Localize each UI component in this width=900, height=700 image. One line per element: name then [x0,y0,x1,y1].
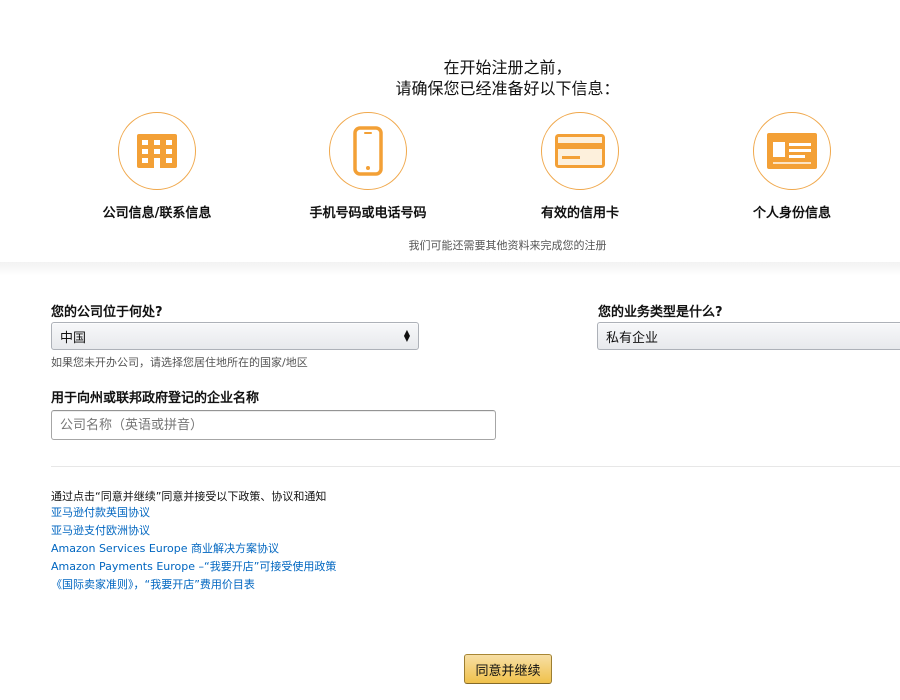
requirement-company-info: 公司信息/联系信息 [57,112,257,221]
select-arrows-icon: ▲ ▼ [403,328,410,343]
intro-title: 在开始注册之前， 请确保您已经准备好以下信息： [0,57,900,99]
separator [51,466,900,467]
company-name-label: 用于向州或联邦政府登记的企业名称 [51,391,260,406]
registration-page: 在开始注册之前， 请确保您已经准备好以下信息： 公司信息/联系信息 手机号码或电… [0,0,900,700]
company-name-input[interactable] [51,410,496,440]
business-type-select[interactable]: 私有企业 [597,322,900,350]
agree-continue-button[interactable]: 同意并继续 [464,654,552,684]
policy-link-business-solutions[interactable]: Amazon Services Europe 商业解决方案协议 [51,540,336,558]
business-type-value: 私有企业 [606,330,659,346]
requirement-icon-circle [329,112,407,190]
requirement-label: 个人身份信息 [752,206,831,221]
policy-link-seller-guidelines-fees[interactable]: 《国际卖家准则》，“我要开店”费用价目表 [51,576,336,594]
policy-link-uk-payments[interactable]: 亚马逊付款英国协议 [51,504,336,522]
policy-link-eu-payments[interactable]: 亚马逊支付欧洲协议 [51,522,336,540]
requirement-phone: 手机号码或电话号码 [268,112,468,221]
business-type-label: 您的业务类型是什么? [598,305,723,320]
policy-intro: 通过点击“同意并继续”同意并接受以下政策、协议和通知 [51,490,327,503]
intro-line-2: 请确保您已经准备好以下信息： [395,79,620,98]
policy-links: 亚马逊付款英国协议 亚马逊支付欧洲协议 Amazon Services Euro… [51,504,336,594]
requirement-label: 公司信息/联系信息 [102,206,212,221]
requirement-icon-circle [541,112,619,190]
id-card-icon [767,133,817,169]
company-location-select[interactable]: 中国 ▲ ▼ [51,322,419,350]
mobile-phone-icon [353,126,383,176]
requirements-note: 我们可能还需要其他资料来完成您的注册 [408,239,607,252]
requirement-identity: 个人身份信息 [692,112,892,221]
company-location-label: 您的公司位于何处? [51,305,163,320]
requirement-label: 有效的信用卡 [540,206,619,221]
requirement-icon-circle [118,112,196,190]
requirement-label: 手机号码或电话号码 [309,206,427,221]
requirement-icon-circle [753,112,831,190]
credit-card-icon [555,134,605,168]
company-location-hint: 如果您未开办公司，请选择您居住地所在的国家/地区 [51,356,308,369]
intro-line-1: 在开始注册之前， [443,58,572,77]
company-location-value: 中国 [60,330,87,346]
section-divider [0,262,900,276]
building-icon [137,134,177,168]
requirement-credit-card: 有效的信用卡 [480,112,680,221]
policy-link-acceptable-use[interactable]: Amazon Payments Europe –“我要开店”可接受使用政策 [51,558,336,576]
